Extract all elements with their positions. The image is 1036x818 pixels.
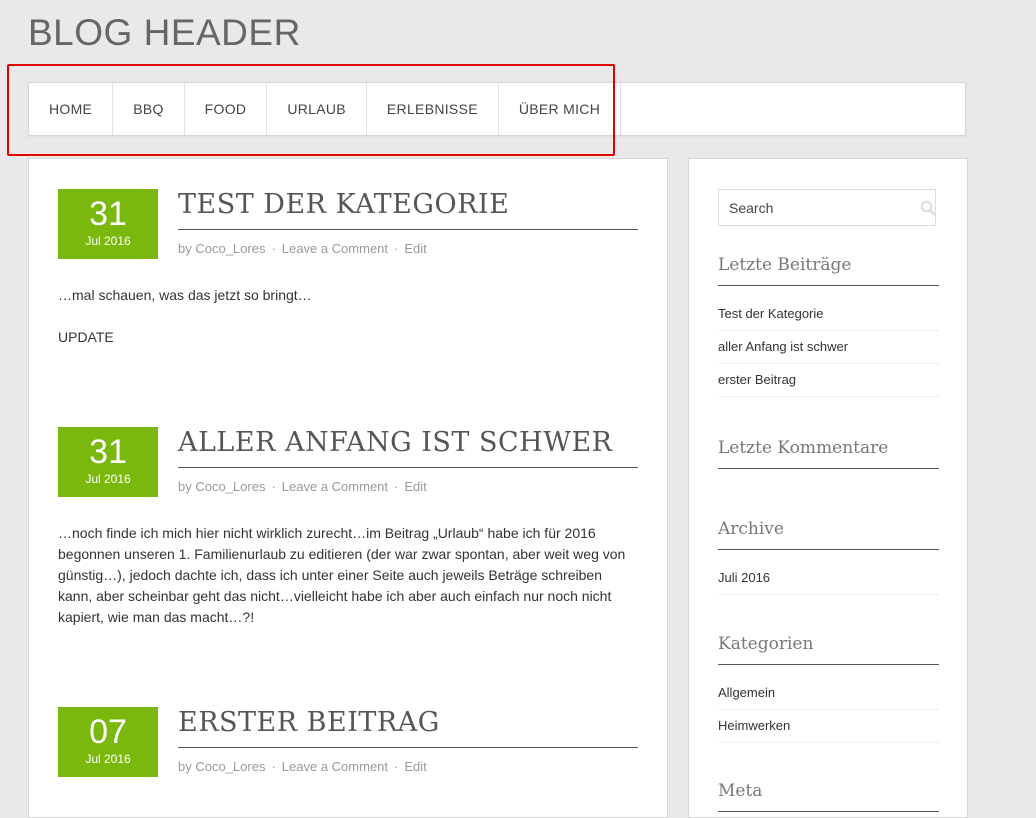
widget-archive: Archive Juli 2016 [718,517,939,595]
post-title[interactable]: TEST DER KATEGORIE [178,189,638,230]
nav-item-urlaub[interactable]: URLAUB [267,83,367,135]
post-paragraph: …noch finde ich mich hier nicht wirklich… [58,525,626,625]
sidebar: Letzte Beiträge Test der Kategorie aller… [688,158,968,818]
recent-post-link[interactable]: Test der Kategorie [718,298,939,331]
post-paragraph: UPDATE [58,329,114,345]
leave-comment-link[interactable]: Leave a Comment [282,479,388,494]
search-input[interactable] [719,190,920,225]
nav-item-ueber-mich[interactable]: ÜBER MICH [499,83,622,135]
date-month: Jul 2016 [85,234,131,248]
date-badge: 07 Jul 2016 [58,707,158,777]
nav-item-erlebnisse[interactable]: ERLEBNISSE [367,83,499,135]
leave-comment-link[interactable]: Leave a Comment [282,759,388,774]
widget-title: Letzte Kommentare [718,436,939,469]
widget-title: Meta [718,779,939,812]
widget-categories: Kategorien Allgemein Heimwerken [718,632,939,743]
post-body: …noch finde ich mich hier nicht wirklich… [58,523,638,649]
category-link[interactable]: Heimwerken [718,710,939,743]
date-day: 07 [89,713,127,751]
widget-title: Archive [718,517,939,550]
post-meta: by Coco_Lores · Leave a Comment · Edit [178,759,427,774]
widget-meta: Meta [718,779,939,812]
main-content: 31 Jul 2016 TEST DER KATEGORIE by Coco_L… [28,158,668,818]
date-day: 31 [89,195,127,233]
leave-comment-link[interactable]: Leave a Comment [282,241,388,256]
date-badge: 31 Jul 2016 [58,427,158,497]
date-month: Jul 2016 [85,472,131,486]
nav-item-home[interactable]: HOME [29,83,114,135]
date-badge: 31 Jul 2016 [58,189,158,259]
widget-recent-comments: Letzte Kommentare [718,436,939,469]
category-link[interactable]: Allgemein [718,677,939,710]
recent-post-link[interactable]: erster Beitrag [718,364,939,397]
post-meta: by Coco_Lores · Leave a Comment · Edit [178,479,427,494]
post-paragraph: …mal schauen, was das jetzt so bringt… [58,287,312,303]
edit-link[interactable]: Edit [404,241,426,256]
post-body: …mal schauen, was das jetzt so bringt… U… [58,285,638,369]
search-box [718,189,936,226]
main-navigation: HOME BBQ FOOD URLAUB ERLEBNISSE ÜBER MIC… [28,82,966,136]
recent-post-link[interactable]: aller Anfang ist schwer [718,331,939,364]
post-meta: by Coco_Lores · Leave a Comment · Edit [178,241,427,256]
widget-title: Kategorien [718,632,939,665]
post-title[interactable]: ERSTER BEITRAG [178,707,638,748]
nav-item-bbq[interactable]: BBQ [113,83,185,135]
archive-link[interactable]: Juli 2016 [718,562,939,595]
post-author-link[interactable]: by Coco_Lores [178,759,265,774]
search-icon[interactable] [920,190,936,225]
blog-title[interactable]: BLOG HEADER [28,12,301,54]
date-day: 31 [89,433,127,471]
post-title[interactable]: ALLER ANFANG IST SCHWER [178,427,638,468]
post-author-link[interactable]: by Coco_Lores [178,479,265,494]
nav-item-food[interactable]: FOOD [185,83,268,135]
post-author-link[interactable]: by Coco_Lores [178,241,265,256]
widget-title: Letzte Beiträge [718,253,939,286]
edit-link[interactable]: Edit [404,759,426,774]
widget-recent-posts: Letzte Beiträge Test der Kategorie aller… [718,253,939,397]
date-month: Jul 2016 [85,752,131,766]
edit-link[interactable]: Edit [404,479,426,494]
